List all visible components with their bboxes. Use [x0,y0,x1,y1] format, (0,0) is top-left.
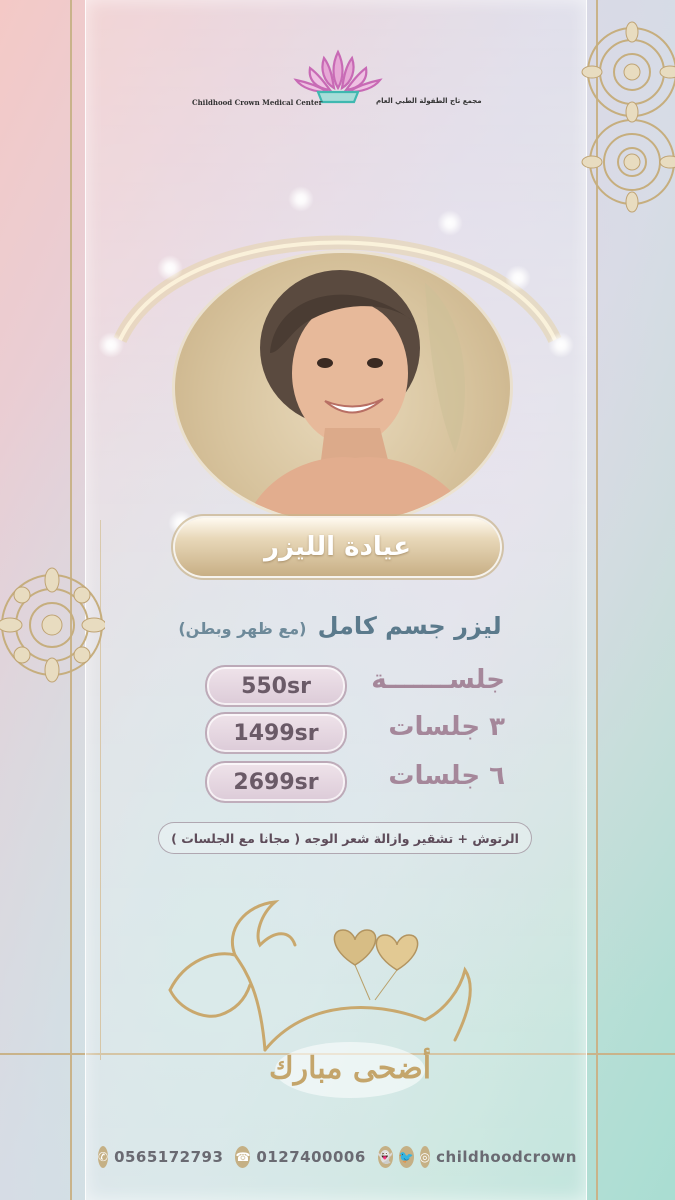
whatsapp-number[interactable]: 0565172793 [114,1148,223,1166]
price-pill: 2699sr [205,761,347,803]
model-photo [172,250,513,526]
price-row: 550sr جلســـــــة [205,665,505,707]
bonus-note: الرتوش + تشقير وازالة شعر الوجه ( مجانا … [158,822,532,854]
price-label: ٦ جلسات [388,761,505,791]
brand-header: Childhood Crown Medical Center مجمع تاج … [180,48,510,118]
eid-greeting: أضحى مبارك [269,1047,431,1086]
instagram-icon[interactable]: ◎ [419,1146,431,1168]
sparkle [437,210,463,236]
heart-balloons-icon [333,929,419,1001]
phone-icon[interactable]: ☎ [235,1146,251,1168]
price-label: جلســـــــة [371,665,505,695]
brand-name-en: Childhood Crown Medical Center [192,98,323,107]
price-label: ٣ جلسات [388,712,505,742]
sparkle [98,332,124,358]
mandala-left [0,567,105,683]
bonus-note-text: الرتوش + تشقير وازالة شعر الوجه ( مجانا … [171,830,519,846]
sparkle [505,265,531,291]
price-value: 1499sr [233,720,319,746]
price-pill: 1499sr [205,712,347,754]
offer-detail: (مع ظهر وبطن) [178,619,307,638]
whatsapp-icon[interactable]: ✆ [98,1146,109,1168]
price-pill: 550sr [205,665,347,707]
sparkle [157,255,183,281]
contact-footer: ✆ 0565172793 ☎ 0127400006 👻 🐦 ◎ childhoo… [98,1140,588,1174]
price-value: 2699sr [233,769,319,795]
phone-number[interactable]: 0127400006 [256,1148,365,1166]
brand-name-ar: مجمع تاج الطفولة الطبي العام [376,97,482,105]
sparkle [548,332,574,358]
offer-main: ليزر جسم كامل [317,612,502,640]
mandala-top-right [581,21,675,213]
clinic-title-banner: عيادة الليزر [175,518,500,576]
snapchat-icon[interactable]: 👻 [377,1146,393,1168]
woman-portrait-image [245,270,475,523]
clinic-title: عيادة الليزر [264,532,411,562]
price-row: 1499sr ٣ جلسات [205,712,505,754]
twitter-icon[interactable]: 🐦 [398,1146,414,1168]
social-handle[interactable]: childhoodcrown [436,1148,577,1166]
sparkle [288,186,314,212]
price-row: 2699sr ٦ جلسات [205,761,505,803]
price-value: 550sr [241,673,311,699]
offer-heading: ليزر جسم كامل (مع ظهر وبطن) [150,612,530,640]
eid-decoration: أضحى مبارك [168,900,472,1098]
